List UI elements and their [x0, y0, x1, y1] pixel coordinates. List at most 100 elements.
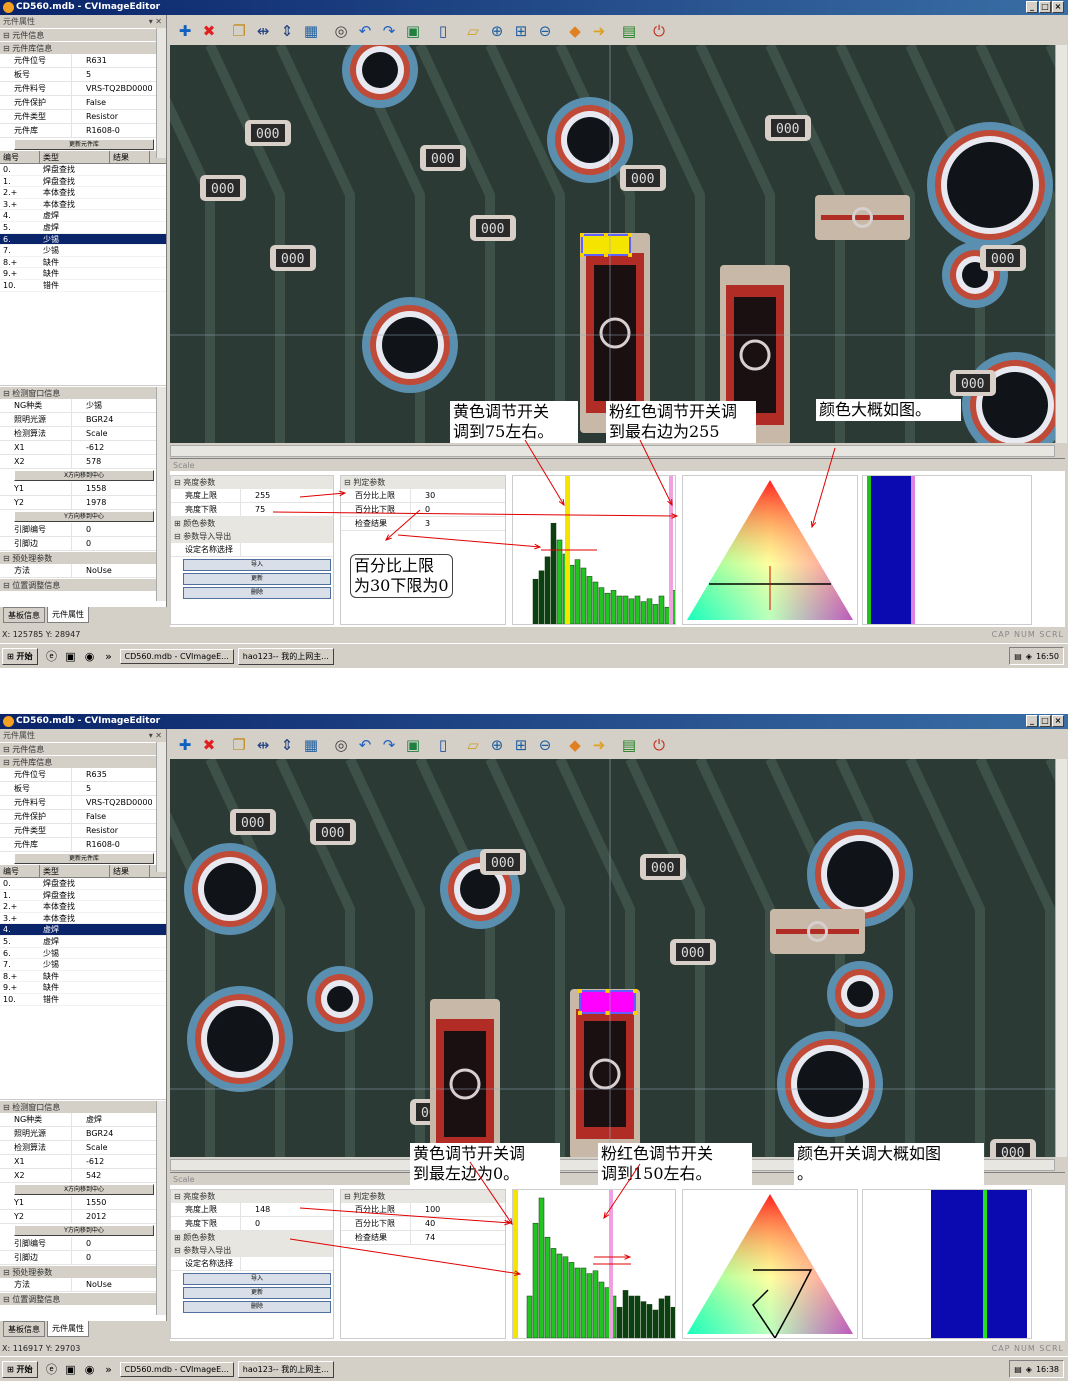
- minimize-button[interactable]: _: [1026, 1, 1038, 13]
- zoom-out-icon[interactable]: ⊖: [534, 734, 556, 756]
- image-vertical-scrollbar[interactable]: [1055, 759, 1067, 1157]
- prop-row[interactable]: NG种类 少锡: [0, 399, 166, 413]
- prop-row[interactable]: 照明光源 BGR24: [0, 1127, 166, 1141]
- prop-value[interactable]: R635: [72, 768, 166, 781]
- prop-row[interactable]: 引脚边 0: [0, 537, 166, 551]
- section-judge[interactable]: ⊟ 判定参数: [341, 1190, 505, 1203]
- table-row[interactable]: 5. 虚焊: [0, 222, 166, 234]
- color-triangle[interactable]: [682, 475, 858, 625]
- redo-icon[interactable]: ↷: [378, 734, 400, 756]
- prop-row[interactable]: 元件位号 R635: [0, 768, 166, 782]
- table-row[interactable]: 3.+ 本体查找: [0, 913, 166, 925]
- section-component-info[interactable]: ⊟ 元件信息: [0, 28, 166, 41]
- next-icon[interactable]: ➜: [588, 734, 610, 756]
- col-type[interactable]: 类型: [40, 865, 110, 877]
- prop-row[interactable]: NG种类 虚焊: [0, 1113, 166, 1127]
- tray-icon[interactable]: ▤: [1014, 1365, 1022, 1374]
- prop-value[interactable]: 2012: [72, 1210, 166, 1223]
- yellow-threshold-handle[interactable]: [513, 1190, 518, 1338]
- section-io[interactable]: ⊟ 参数导入导出: [171, 1244, 333, 1257]
- table-row[interactable]: 1. 焊盘查找: [0, 890, 166, 902]
- prop-value[interactable]: 1550: [72, 1196, 166, 1209]
- export-icon[interactable]: ▤: [618, 20, 640, 42]
- prop-row[interactable]: 引脚编号 0: [0, 523, 166, 537]
- close-button[interactable]: ×: [1052, 1, 1064, 13]
- props-scrollbar[interactable]: [156, 28, 166, 158]
- table-row[interactable]: 4. 虚焊: [0, 924, 166, 936]
- table-row[interactable]: 4. 虚焊: [0, 210, 166, 222]
- select-icon[interactable]: ▦: [300, 20, 322, 42]
- section-color[interactable]: ⊞ 颜色参数: [171, 517, 333, 530]
- section-detect-window[interactable]: ⊟ 检测窗口信息: [0, 1100, 166, 1113]
- open-icon[interactable]: ▱: [462, 734, 484, 756]
- export-icon[interactable]: ▤: [618, 734, 640, 756]
- minimize-button[interactable]: _: [1026, 715, 1038, 727]
- prop-value[interactable]: False: [72, 96, 166, 109]
- task-cvimageeditor[interactable]: CD560.mdb - CVImageE...: [119, 1361, 234, 1377]
- prop-value[interactable]: 虚焊: [72, 1113, 166, 1126]
- table-row[interactable]: 2.+ 本体查找: [0, 187, 166, 199]
- detect-scrollbar[interactable]: [156, 1101, 166, 1315]
- prop-row[interactable]: 检查结果 74: [341, 1231, 505, 1245]
- layer-icon[interactable]: ▣: [402, 734, 424, 756]
- task-cvimageeditor[interactable]: CD560.mdb - CVImageE...: [119, 648, 234, 664]
- prop-row[interactable]: 检测算法 Scale: [0, 427, 166, 441]
- brightness-histogram[interactable]: [512, 475, 683, 625]
- shield-icon[interactable]: ◈: [1026, 652, 1032, 661]
- props-scrollbar[interactable]: [156, 742, 166, 872]
- prop-value[interactable]: 74: [411, 1231, 505, 1244]
- browser-icon[interactable]: ◉: [82, 1361, 98, 1377]
- col-result[interactable]: 结果: [110, 151, 150, 163]
- prop-value[interactable]: 578: [72, 455, 166, 468]
- table-row[interactable]: 10. 错件: [0, 994, 166, 1006]
- prop-value[interactable]: Scale: [72, 1141, 166, 1154]
- table-row[interactable]: 8.+ 缺件: [0, 257, 166, 269]
- prop-row[interactable]: 检查结果 3: [341, 517, 505, 531]
- prop-value[interactable]: -612: [72, 441, 166, 454]
- table-row[interactable]: 10. 错件: [0, 280, 166, 292]
- align-h-icon[interactable]: ⇹: [252, 734, 274, 756]
- start-button[interactable]: ⊞ 开始: [2, 1360, 38, 1378]
- prop-value[interactable]: 0: [72, 1251, 166, 1264]
- tab-component-props[interactable]: 元件属性: [47, 1321, 89, 1337]
- desktop-icon[interactable]: ▣: [63, 648, 79, 664]
- table-row[interactable]: 7. 少锡: [0, 245, 166, 257]
- shield-icon[interactable]: ◈: [1026, 1365, 1032, 1374]
- delete-icon[interactable]: ✖: [198, 734, 220, 756]
- ie-icon[interactable]: ⓔ: [44, 1361, 60, 1377]
- start-button[interactable]: ⊞ 开始: [2, 647, 38, 665]
- x-center-button[interactable]: X方向移到中心: [14, 470, 154, 481]
- prop-row[interactable]: 元件保护 False: [0, 96, 166, 110]
- delete-button[interactable]: 删除: [183, 1301, 331, 1313]
- pcb-image-view[interactable]: 000000000000000000000: [170, 759, 1055, 1157]
- section-brightness[interactable]: ⊟ 亮度参数: [171, 476, 333, 489]
- prop-row[interactable]: 照明光源 BGR24: [0, 413, 166, 427]
- prop-row[interactable]: 百分比下限 40: [341, 1217, 505, 1231]
- pin-icon[interactable]: ▾ ✕: [149, 729, 162, 742]
- prop-value[interactable]: 少锡: [72, 399, 166, 412]
- y-center-button[interactable]: Y方向移到中心: [14, 1225, 154, 1236]
- prop-row[interactable]: X1 -612: [0, 441, 166, 455]
- zoom-fit-icon[interactable]: ⊞: [510, 20, 532, 42]
- save-icon[interactable]: ▯: [432, 20, 454, 42]
- table-row[interactable]: 9.+ 缺件: [0, 982, 166, 994]
- prop-row[interactable]: 元件库 R1608-0: [0, 124, 166, 138]
- prop-brightness-upper[interactable]: 亮度上限 148: [171, 1203, 333, 1217]
- power-icon[interactable]: ⏻: [648, 20, 670, 42]
- prop-row[interactable]: X2 542: [0, 1169, 166, 1183]
- prop-row[interactable]: Y1 1550: [0, 1196, 166, 1210]
- align-v-icon[interactable]: ⇕: [276, 20, 298, 42]
- open-icon[interactable]: ▱: [462, 20, 484, 42]
- prop-row[interactable]: 元件类型 Resistor: [0, 824, 166, 838]
- section-position[interactable]: ⊟ 位置调整信息: [0, 578, 166, 591]
- y-center-button[interactable]: Y方向移到中心: [14, 511, 154, 522]
- color-triangle[interactable]: [682, 1189, 858, 1340]
- table-row[interactable]: 7. 少锡: [0, 959, 166, 971]
- x-center-button[interactable]: X方向移到中心: [14, 1184, 154, 1195]
- detect-scrollbar[interactable]: [156, 387, 166, 601]
- prop-value[interactable]: 40: [411, 1217, 505, 1230]
- tab-board-info[interactable]: 基板信息: [3, 1321, 45, 1337]
- table-row[interactable]: 0. 焊盘查找: [0, 164, 166, 176]
- table-row[interactable]: 0. 焊盘查找: [0, 878, 166, 890]
- section-judge[interactable]: ⊟ 判定参数: [341, 476, 505, 489]
